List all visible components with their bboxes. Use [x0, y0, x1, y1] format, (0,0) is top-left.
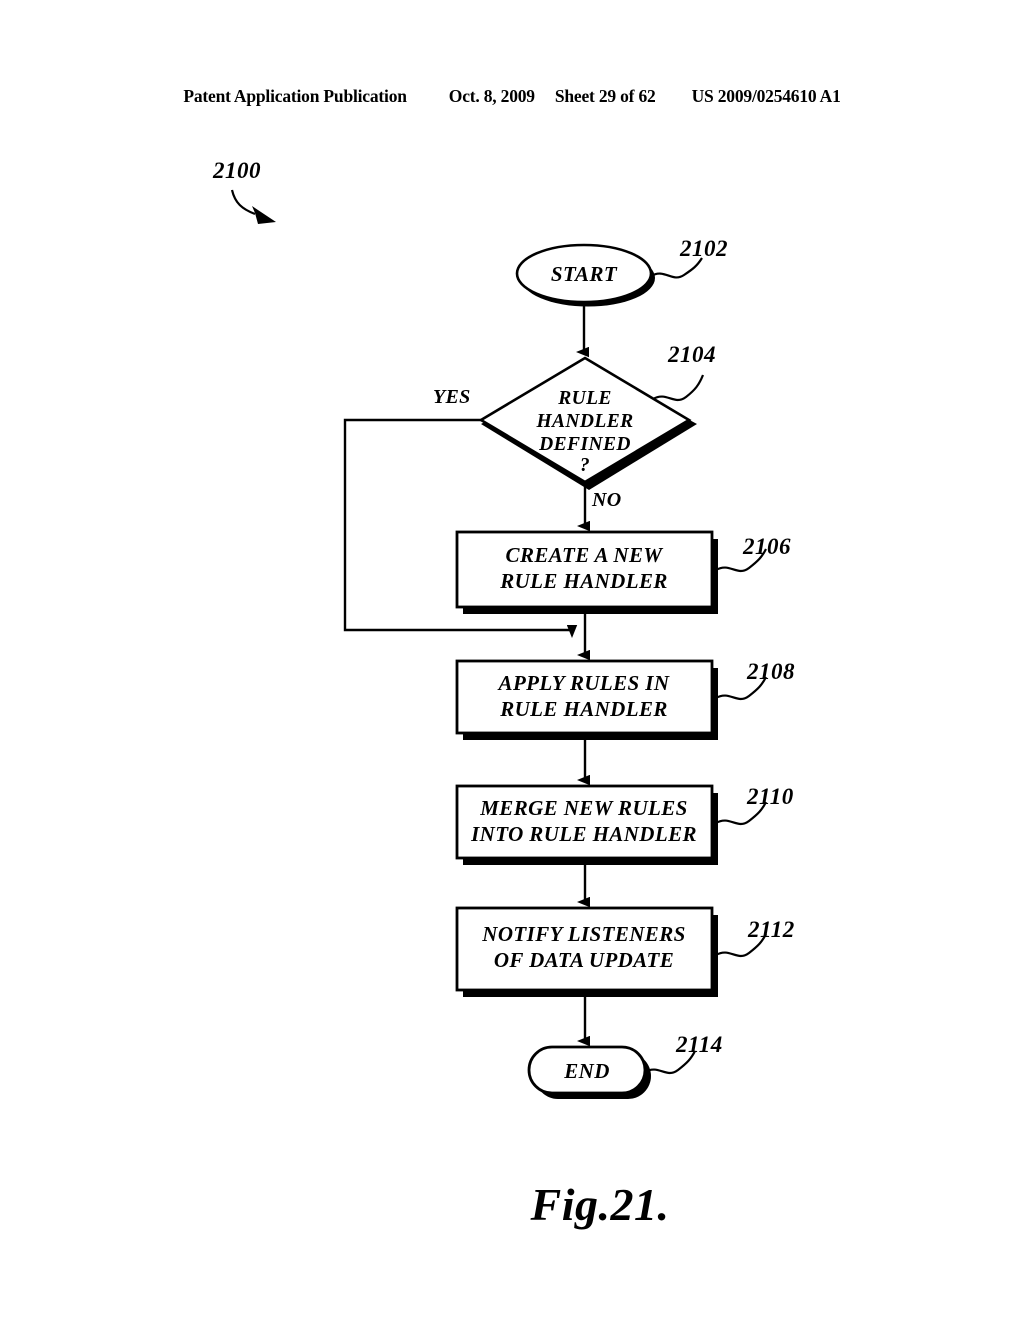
- node-decision-label-line4: ?: [580, 455, 590, 476]
- node-merge-label-line2: INTO RULE HANDLER: [470, 822, 697, 846]
- node-end[interactable]: END: [527, 1045, 651, 1099]
- ref-callout-2110: 2110: [715, 784, 794, 826]
- diagram-ref-leader-curve: [230, 189, 256, 216]
- node-merge-label-line1: MERGE NEW RULES: [479, 796, 688, 820]
- ref-callout-2106: 2106: [715, 534, 791, 573]
- ref-2108-label: 2108: [746, 659, 795, 684]
- node-notify-listeners[interactable]: NOTIFY LISTENERS OF DATA UPDATE: [455, 906, 718, 997]
- node-decision-label-line1: RULE: [557, 388, 612, 409]
- node-start-label: START: [551, 262, 618, 286]
- node-create-label-line2: RULE HANDLER: [499, 569, 668, 593]
- ref-2106-label: 2106: [742, 534, 791, 559]
- ref-callout-2104: 2104: [652, 342, 716, 402]
- ref-callout-2112: 2112: [715, 917, 795, 958]
- node-create-rule-handler[interactable]: CREATE A NEW RULE HANDLER: [455, 530, 718, 614]
- diagram-ref-arrowhead: [252, 206, 276, 224]
- node-apply-label-line1: APPLY RULES IN: [497, 671, 670, 695]
- diagram-ref-label: 2100: [212, 158, 261, 183]
- node-notify-label-line2: OF DATA UPDATE: [494, 948, 674, 972]
- node-end-label: END: [563, 1059, 610, 1083]
- ref-2112-label: 2112: [747, 917, 795, 942]
- branch-label-yes: YES: [433, 386, 471, 408]
- ref-2104-label: 2104: [667, 342, 716, 367]
- node-decision-label-line3: DEFINED: [538, 434, 631, 455]
- ref-2114-label: 2114: [675, 1032, 723, 1057]
- node-decision-rule-handler-defined[interactable]: RULE HANDLER DEFINED ?: [478, 356, 697, 490]
- figure-21-flowchart: 2100 START 2102 RULE HANDLER DEFINED ? 2…: [0, 0, 1024, 1320]
- ref-2102-label: 2102: [679, 236, 728, 261]
- node-notify-label-line1: NOTIFY LISTENERS: [481, 922, 685, 946]
- node-create-label-line1: CREATE A NEW: [506, 543, 664, 567]
- node-start[interactable]: START: [515, 243, 655, 307]
- diagram-reference-2100: 2100: [212, 158, 276, 224]
- branch-label-no: NO: [591, 489, 622, 511]
- node-apply-label-line2: RULE HANDLER: [499, 697, 668, 721]
- node-decision-label-line2: HANDLER: [535, 411, 633, 432]
- node-apply-rules[interactable]: APPLY RULES IN RULE HANDLER: [455, 659, 718, 740]
- ref-callout-2108: 2108: [715, 659, 795, 701]
- figure-caption: Fig.21.: [530, 1179, 670, 1230]
- ref-callout-2102: 2102: [650, 236, 728, 279]
- ref-2104-leader: [652, 374, 705, 402]
- ref-2110-label: 2110: [746, 784, 794, 809]
- node-merge-rules[interactable]: MERGE NEW RULES INTO RULE HANDLER: [455, 784, 718, 865]
- ref-callout-2114: 2114: [644, 1032, 723, 1075]
